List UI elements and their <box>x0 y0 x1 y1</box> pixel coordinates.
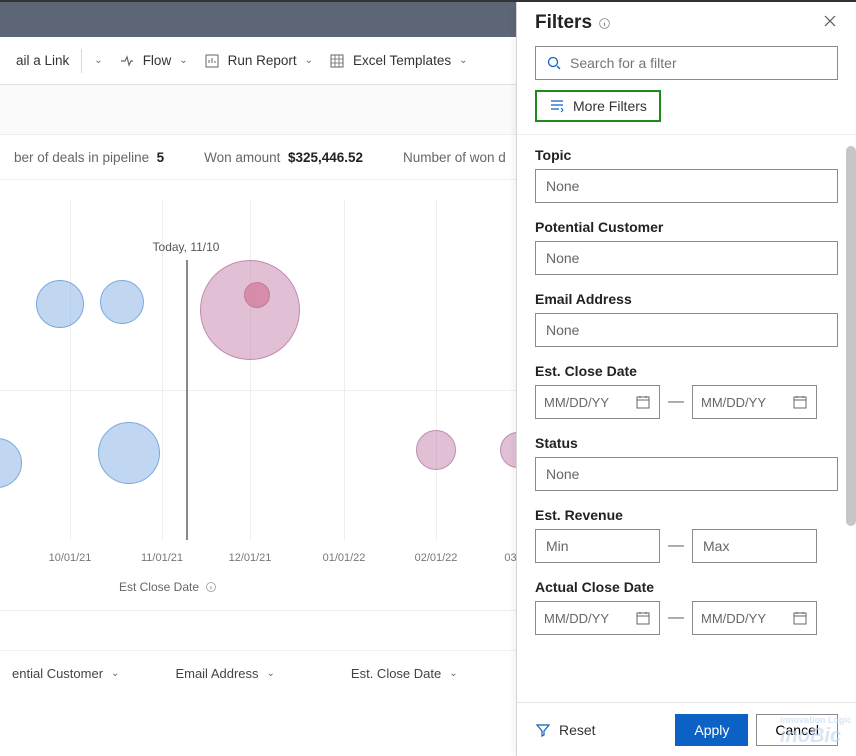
field-label-topic: Topic <box>535 147 838 163</box>
info-icon <box>205 581 217 593</box>
email-link-cmd[interactable]: ail a Link <box>8 37 77 84</box>
cmd-label: Flow <box>143 53 172 68</box>
range-dash: — <box>668 609 684 627</box>
filters-panel: Filters More Filters Topic None Potentia… <box>516 2 856 756</box>
calendar-icon <box>635 394 651 410</box>
revenue-min[interactable]: Min <box>535 529 660 563</box>
chevron-down-icon: ⌄ <box>94 55 102 66</box>
chevron-down-icon: ⌄ <box>459 55 467 66</box>
calendar-icon <box>635 610 651 626</box>
field-label-email: Email Address <box>535 291 838 307</box>
range-dash: — <box>668 393 684 411</box>
est-close-to[interactable]: MM/DD/YY <box>692 385 817 419</box>
today-line <box>186 260 188 540</box>
more-filters-button[interactable]: More Filters <box>535 90 661 122</box>
bubble[interactable] <box>98 422 160 484</box>
field-label-revenue: Est. Revenue <box>535 507 838 523</box>
close-button[interactable] <box>822 13 838 34</box>
bubble[interactable] <box>36 280 84 328</box>
field-label-status: Status <box>535 435 838 451</box>
metric-won-amount: Won amount $325,446.52 <box>204 150 363 165</box>
bubble[interactable] <box>100 280 144 324</box>
field-label-actual-close: Actual Close Date <box>535 579 838 595</box>
bubble[interactable] <box>416 430 456 470</box>
metric-deals: ber of deals in pipeline 5 <box>14 150 164 165</box>
calendar-icon <box>792 610 808 626</box>
panel-header: Filters <box>517 2 856 38</box>
bubble[interactable] <box>244 282 270 308</box>
report-icon <box>204 53 220 69</box>
cancel-button[interactable]: Cancel <box>756 714 838 746</box>
col-email-address[interactable]: Email Address⌄ <box>175 666 274 681</box>
range-dash: — <box>668 537 684 555</box>
status-input[interactable]: None <box>535 457 838 491</box>
metric-won-count: Number of won d <box>403 150 506 165</box>
reset-button[interactable]: Reset <box>535 722 596 738</box>
cmd-label: ail a Link <box>16 53 69 68</box>
filter-search[interactable] <box>535 46 838 80</box>
col-est-close-date[interactable]: Est. Close Date⌄ <box>351 666 458 681</box>
bubble[interactable] <box>0 438 22 488</box>
info-icon[interactable] <box>598 17 611 30</box>
chevron-down-icon: ⌄ <box>449 668 457 679</box>
panel-title: Filters <box>535 12 611 34</box>
flow-icon <box>119 53 135 69</box>
potential-customer-input[interactable]: None <box>535 241 838 275</box>
calendar-icon <box>792 394 808 410</box>
bubble[interactable] <box>200 260 300 360</box>
revenue-max[interactable]: Max <box>692 529 817 563</box>
chevron-down-icon: ⌄ <box>111 668 119 679</box>
actual-close-to[interactable]: MM/DD/YY <box>692 601 817 635</box>
funnel-icon <box>535 722 551 738</box>
field-label-est-close: Est. Close Date <box>535 363 838 379</box>
panel-footer: Reset Apply Cancel <box>517 702 856 756</box>
email-address-input[interactable]: None <box>535 313 838 347</box>
actual-close-from[interactable]: MM/DD/YY <box>535 601 660 635</box>
cmd-label: Run Report <box>228 53 297 68</box>
search-icon <box>546 55 562 71</box>
email-chevron[interactable]: ⌄ <box>86 37 110 84</box>
field-label-potential: Potential Customer <box>535 219 838 235</box>
filter-search-input[interactable] <box>570 55 827 71</box>
col-potential-customer[interactable]: ential Customer⌄ <box>12 666 119 681</box>
excel-templates-cmd[interactable]: Excel Templates ⌄ <box>321 37 475 84</box>
close-icon <box>822 13 838 29</box>
apply-button[interactable]: Apply <box>675 714 748 746</box>
today-label: Today, 11/10 <box>153 240 220 254</box>
x-axis-label: Est Close Date <box>0 580 336 594</box>
scrollbar-thumb[interactable] <box>846 146 856 526</box>
chevron-down-icon: ⌄ <box>179 55 187 66</box>
run-report-cmd[interactable]: Run Report ⌄ <box>196 37 321 84</box>
chevron-down-icon: ⌄ <box>305 55 313 66</box>
est-close-from[interactable]: MM/DD/YY <box>535 385 660 419</box>
topic-input[interactable]: None <box>535 169 838 203</box>
cmd-label: Excel Templates <box>353 53 451 68</box>
excel-icon <box>329 53 345 69</box>
flow-cmd[interactable]: Flow ⌄ <box>111 37 196 84</box>
filter-list-icon <box>549 98 565 114</box>
panel-body: Topic None Potential Customer None Email… <box>517 135 856 702</box>
separator <box>81 49 82 73</box>
chevron-down-icon: ⌄ <box>267 668 275 679</box>
